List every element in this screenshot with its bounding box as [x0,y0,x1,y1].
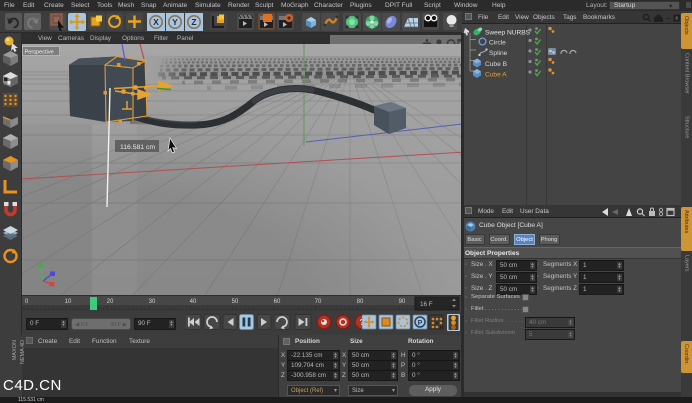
svg-text:Perspective: Perspective [25,49,54,55]
svg-text:30: 30 [149,299,156,305]
svg-text:Y: Y [172,17,178,27]
svg-text:90: 90 [399,299,406,305]
svg-text:20: 20 [107,299,114,305]
svg-text:Z: Z [191,17,196,27]
svg-text:10: 10 [65,299,72,305]
svg-text:50: 50 [232,299,239,305]
svg-text:Cube B: Cube B [485,61,508,68]
svg-text:X: X [153,17,159,27]
svg-text:70: 70 [315,299,322,305]
svg-text:Circle: Circle [489,40,506,47]
svg-text:Cube A: Cube A [485,72,507,79]
svg-text:40: 40 [190,299,197,305]
svg-text:P: P [418,320,423,327]
svg-text:16 F: 16 F [420,301,433,308]
svg-text:80: 80 [357,299,364,305]
svg-text:Sweep NURBS: Sweep NURBS [485,30,531,37]
svg-text:Spline: Spline [489,50,508,57]
svg-text:116.581 cm: 116.581 cm [120,144,155,151]
svg-text:60: 60 [274,299,281,305]
